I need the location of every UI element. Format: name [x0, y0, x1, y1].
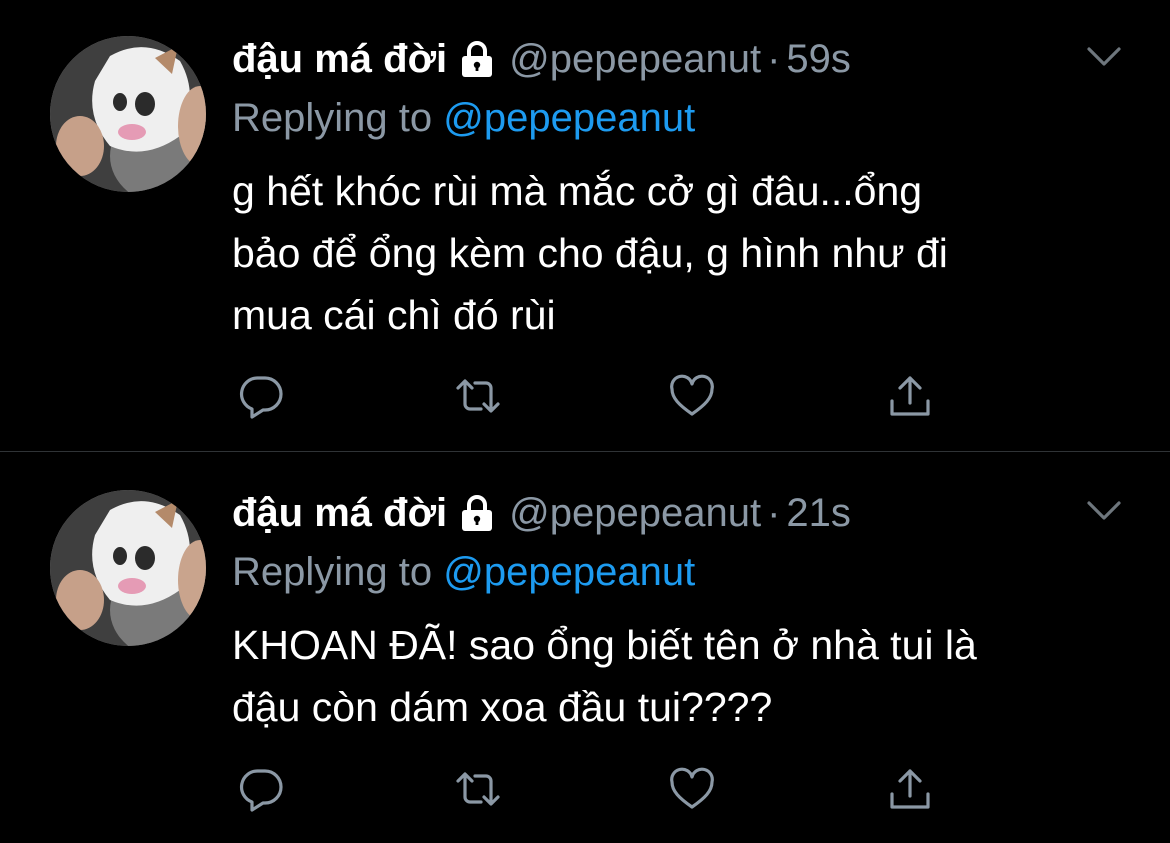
tweet-text-line: mua cái chì đó rùi — [232, 292, 556, 338]
retweet-icon — [456, 772, 500, 806]
avatar[interactable] — [50, 36, 206, 192]
lock-icon — [459, 40, 495, 78]
like-icon — [670, 374, 714, 416]
share-button[interactable] — [884, 372, 936, 420]
retweet-button[interactable] — [452, 372, 504, 420]
handle[interactable]: @pepepeanut — [509, 34, 761, 84]
chevron-down-icon[interactable] — [1084, 40, 1124, 74]
handle[interactable]: @pepepeanut — [509, 488, 761, 538]
like-icon — [670, 767, 714, 809]
share-icon — [890, 376, 930, 416]
tweet-actions — [236, 372, 956, 420]
reply-icon — [239, 769, 283, 812]
share-icon — [890, 769, 930, 809]
retweet-button[interactable] — [452, 765, 504, 813]
replying-to: Replying to @pepepeanut — [232, 94, 695, 142]
replying-to-mention[interactable]: @pepepeanut — [443, 550, 695, 594]
separator-dot: · — [767, 491, 781, 535]
reply-icon — [239, 376, 283, 419]
replying-to-mention[interactable]: @pepepeanut — [443, 96, 695, 140]
tweet-header: đậu má đời @pepepeanut · 21s — [232, 488, 851, 538]
reply-button[interactable] — [236, 765, 288, 813]
like-button[interactable] — [666, 372, 718, 420]
tweet-text-line: bảo để ổng kèm cho đậu, g hình như đi — [232, 230, 948, 276]
chevron-down-icon[interactable] — [1084, 494, 1124, 528]
tweet-text: KHOAN ĐÃ! sao ổng biết tên ở nhà tui là … — [232, 614, 1112, 738]
avatar-image — [50, 36, 206, 192]
timeline: đậu má đời @pepepeanut · 59s Replying to… — [0, 0, 1170, 843]
tweet-text-line: KHOAN ĐÃ! sao ổng biết tên ở nhà tui là — [232, 622, 977, 668]
tweet-text: g hết khóc rùi mà mắc cở gì đâu...ổng bả… — [232, 160, 1112, 346]
avatar-image — [50, 490, 206, 646]
separator-dot: · — [767, 37, 781, 81]
display-name[interactable]: đậu má đời — [232, 488, 447, 538]
tweet-header: đậu má đời @pepepeanut · 59s — [232, 34, 851, 84]
reply-button[interactable] — [236, 372, 288, 420]
display-name[interactable]: đậu má đời — [232, 34, 447, 84]
replying-to-label: Replying to — [232, 96, 433, 140]
replying-to: Replying to @pepepeanut — [232, 548, 695, 596]
lock-icon — [459, 494, 495, 532]
timestamp[interactable]: 59s — [786, 34, 851, 84]
tweet-text-line: đậu còn dám xoa đầu tui???? — [232, 684, 773, 730]
tweet-text-line: g hết khóc rùi mà mắc cở gì đâu...ổng — [232, 168, 923, 214]
retweet-icon — [456, 379, 500, 413]
timestamp[interactable]: 21s — [786, 488, 851, 538]
like-button[interactable] — [666, 765, 718, 813]
tweet[interactable]: đậu má đời @pepepeanut · 21s Replying to… — [0, 452, 1170, 843]
replying-to-label: Replying to — [232, 550, 433, 594]
avatar[interactable] — [50, 490, 206, 646]
share-button[interactable] — [884, 765, 936, 813]
tweet-actions — [236, 765, 956, 813]
tweet[interactable]: đậu má đời @pepepeanut · 59s Replying to… — [0, 0, 1170, 452]
